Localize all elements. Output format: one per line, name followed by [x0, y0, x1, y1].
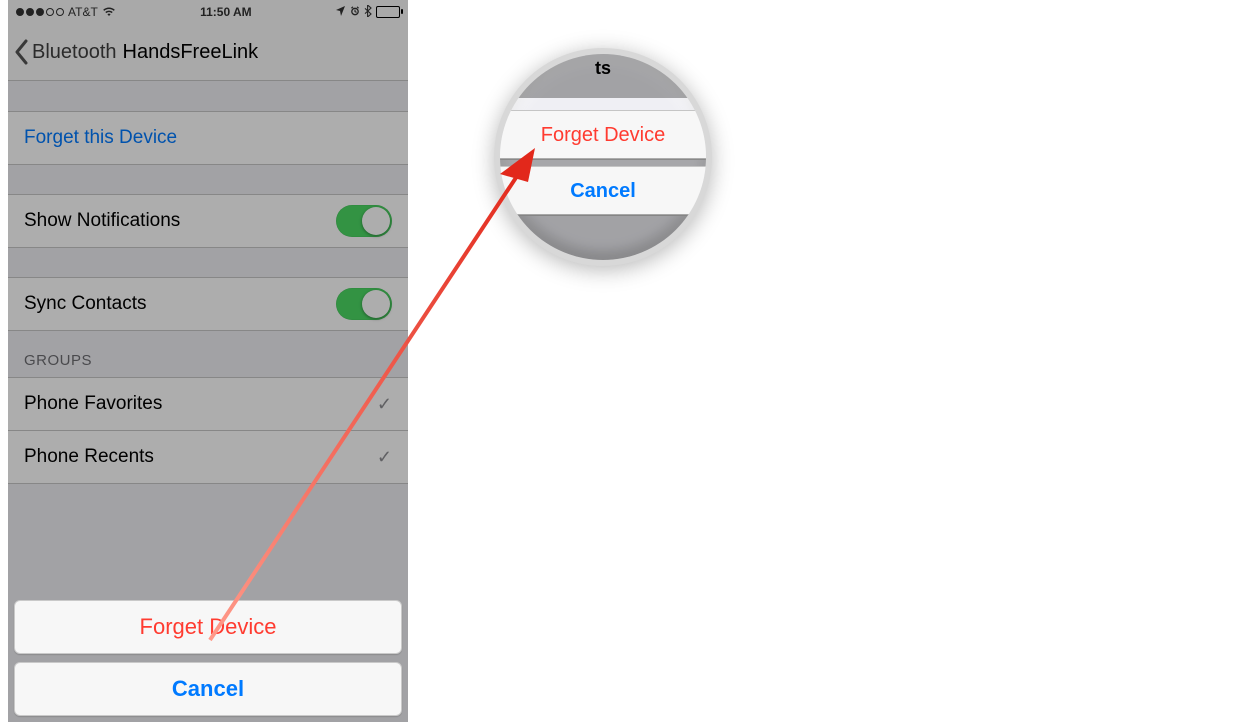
cell-label: Phone Favorites — [24, 393, 162, 415]
back-button[interactable]: Bluetooth — [14, 39, 117, 65]
phone-screen: AT&T 11:50 AM Bluetooth HandsFreeLink — [8, 0, 408, 722]
status-left: AT&T — [16, 5, 116, 20]
sync-contacts-toggle[interactable] — [336, 288, 392, 320]
wifi-icon — [102, 5, 116, 20]
magnifier-forget-row: Forget Device — [500, 110, 706, 160]
status-right — [336, 5, 400, 20]
forget-device-button[interactable]: Forget Device — [14, 600, 402, 654]
group-recents-cell[interactable]: Phone Recents ✓ — [8, 430, 408, 484]
nav-bar: Bluetooth HandsFreeLink — [8, 24, 408, 81]
action-sheet: Forget Device Cancel — [14, 600, 402, 722]
cancel-label: Cancel — [172, 676, 244, 702]
checkmark-icon: ✓ — [377, 447, 392, 468]
nav-title: HandsFreeLink — [123, 41, 259, 64]
battery-icon — [376, 6, 400, 18]
group-favorites-cell[interactable]: Phone Favorites ✓ — [8, 377, 408, 431]
cell-label: Forget this Device — [24, 127, 177, 149]
show-notifications-toggle[interactable] — [336, 205, 392, 237]
magnifier-forget-label: Forget Device — [541, 124, 666, 147]
cancel-button[interactable]: Cancel — [14, 662, 402, 716]
section-header-groups: GROUPS — [8, 330, 408, 377]
magnifier-top-fragment: ts — [500, 58, 706, 79]
magnifier-callout: ts Forget Device Cancel — [494, 48, 712, 266]
carrier-label: AT&T — [68, 5, 98, 19]
cell-label: Show Notifications — [24, 210, 180, 232]
back-label: Bluetooth — [32, 41, 117, 64]
location-icon — [336, 5, 346, 19]
cell-label: Sync Contacts — [24, 293, 147, 315]
signal-strength-icon — [16, 8, 64, 16]
forget-device-label: Forget Device — [140, 614, 277, 640]
cell-label: Phone Recents — [24, 446, 154, 468]
forget-this-device-cell[interactable]: Forget this Device — [8, 111, 408, 165]
checkmark-icon: ✓ — [377, 394, 392, 415]
sync-contacts-cell: Sync Contacts — [8, 277, 408, 331]
chevron-left-icon — [14, 39, 30, 65]
alarm-icon — [350, 5, 360, 19]
magnifier-cancel-label: Cancel — [570, 180, 636, 203]
status-time: 11:50 AM — [200, 5, 252, 19]
magnifier-cancel-row: Cancel — [500, 166, 706, 216]
show-notifications-cell: Show Notifications — [8, 194, 408, 248]
status-bar: AT&T 11:50 AM — [8, 0, 408, 24]
bluetooth-icon — [364, 5, 372, 20]
